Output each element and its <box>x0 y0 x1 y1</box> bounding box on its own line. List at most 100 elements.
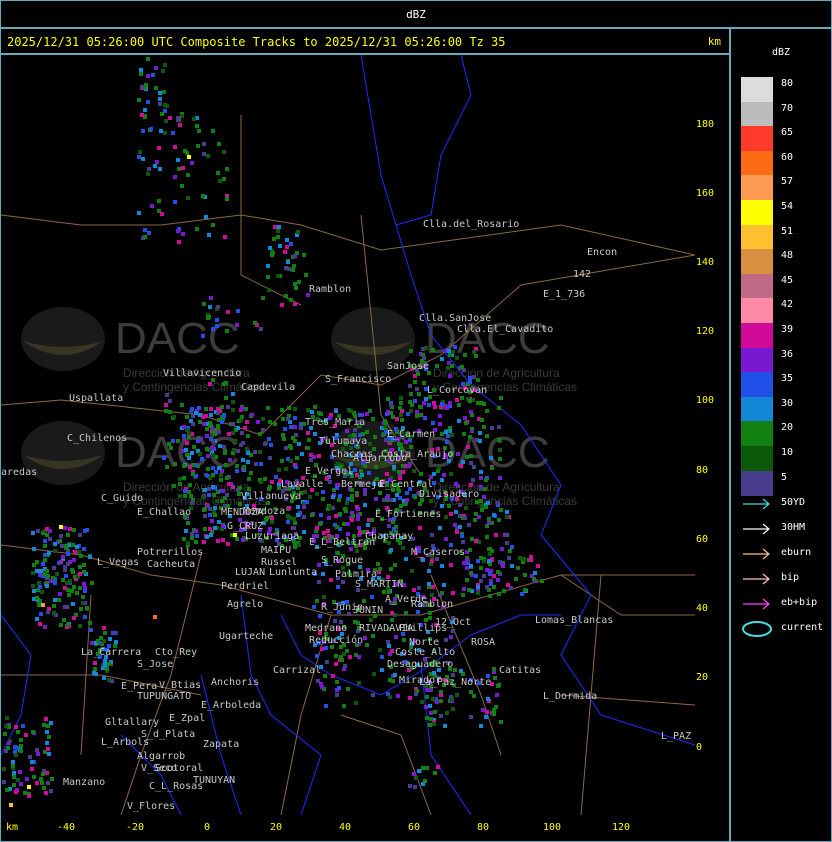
radar-echo-pixel <box>284 266 288 270</box>
window-title: dBZ <box>406 8 426 21</box>
radar-echo-pixel <box>186 173 190 177</box>
radar-echo-pixel <box>227 432 231 436</box>
radar-echo-pixel <box>283 250 287 254</box>
radar-echo-pixel <box>376 562 380 566</box>
radar-echo-pixel <box>497 438 501 442</box>
radar-echo-pixel <box>436 765 440 769</box>
radar-echo-pixel <box>366 523 370 527</box>
radar-echo-pixel <box>190 161 194 165</box>
radar-echo-pixel <box>176 229 180 233</box>
radar-echo-pixel <box>469 483 473 487</box>
radar-echo-pixel <box>218 179 222 183</box>
radar-echo-pixel <box>146 172 150 176</box>
radar-map[interactable]: DACCDirección de Agriculturay Contingenc… <box>1 55 695 815</box>
radar-echo-pixel <box>241 458 245 462</box>
radar-echo-pixel <box>516 566 520 570</box>
radar-echo-pixel <box>70 589 74 593</box>
radar-echo-pixel <box>202 302 206 306</box>
radar-echo-pixel <box>487 517 491 521</box>
place-label: SanJose <box>387 361 429 372</box>
radar-echo-pixel <box>460 534 464 538</box>
radar-echo-pixel <box>143 235 147 239</box>
radar-echo-pixel <box>284 467 288 471</box>
radar-echo-pixel <box>331 674 335 678</box>
radar-echo-pixel <box>404 557 408 561</box>
radar-echo-pixel <box>207 493 211 497</box>
radar-echo-pixel <box>186 521 190 525</box>
legend-title: dBZ <box>771 47 791 58</box>
radar-echo-pixel <box>64 544 68 548</box>
radar-echo-pixel <box>503 533 507 537</box>
radar-echo-pixel <box>211 129 215 133</box>
radar-echo-pixel <box>79 607 83 611</box>
radar-echo-pixel <box>295 251 299 255</box>
radar-echo-pixel <box>502 589 506 593</box>
place-label: 12_Oct <box>435 617 471 628</box>
radar-echo-pixel <box>497 406 501 410</box>
radar-echo-pixel <box>428 704 432 708</box>
legend-swatch-label: 42 <box>781 299 794 311</box>
radar-echo-pixel <box>217 466 221 470</box>
radar-echo-pixel <box>433 405 437 409</box>
radar-echo-pixel <box>66 623 70 627</box>
radar-echo-pixel <box>428 616 432 620</box>
radar-echo-pixel <box>67 593 71 597</box>
radar-echo-pixel <box>25 777 29 781</box>
radar-echo-pixel <box>328 480 332 484</box>
radar-echo-pixel <box>305 500 309 504</box>
radar-echo-pixel <box>209 407 213 411</box>
radar-echo-pixel <box>428 611 432 615</box>
place-label: Cacheuta <box>147 559 195 570</box>
radar-echo-pixel <box>83 529 87 533</box>
radar-echo-pixel <box>216 171 220 175</box>
radar-echo-pixel <box>293 416 297 420</box>
radar-echo-pixel <box>481 708 485 712</box>
place-label: E_Arboleda <box>201 700 261 711</box>
radar-echo-pixel <box>7 741 11 745</box>
radar-echo-pixel <box>422 401 426 405</box>
radar-echo-pixel <box>287 406 291 410</box>
radar-echo-pixel <box>445 711 449 715</box>
radar-echo-pixel <box>143 228 147 232</box>
radar-echo-pixel <box>39 612 43 616</box>
radar-echo-pixel <box>31 584 35 588</box>
radar-echo-pixel <box>442 473 446 477</box>
radar-echo-pixel <box>462 587 466 591</box>
radar-echo-pixel <box>432 722 436 726</box>
radar-echo-pixel <box>297 442 301 446</box>
radar-echo-pixel <box>41 603 45 607</box>
radar-echo-pixel <box>40 590 44 594</box>
legend-swatch <box>741 175 773 201</box>
radar-echo-pixel <box>387 524 391 528</box>
radar-echo-pixel <box>263 477 267 481</box>
radar-echo-pixel <box>363 464 367 468</box>
radar-echo-pixel <box>53 581 57 585</box>
radar-echo-pixel <box>440 402 444 406</box>
radar-echo-pixel <box>425 688 429 692</box>
radar-echo-pixel <box>400 418 404 422</box>
radar-echo-pixel <box>338 494 342 498</box>
radar-echo-pixel <box>212 493 216 497</box>
radar-echo-pixel <box>437 466 441 470</box>
radar-echo-pixel <box>35 596 39 600</box>
radar-echo-pixel <box>53 549 57 553</box>
radar-echo-pixel <box>444 638 448 642</box>
x-tick: 80 <box>477 822 490 833</box>
radar-echo-pixel <box>178 494 182 498</box>
radar-map-panel[interactable]: DACC Dirección de Agricultura y Contingenc… <box>0 54 730 842</box>
radar-echo-pixel <box>455 530 459 534</box>
radar-echo-pixel <box>83 615 87 619</box>
place-label: C_Chilenos <box>67 433 127 444</box>
radar-echo-pixel <box>164 409 168 413</box>
radar-echo-pixel <box>14 725 18 729</box>
radar-echo-pixel <box>384 421 388 425</box>
radar-echo-pixel <box>401 470 405 474</box>
radar-echo-pixel <box>44 717 48 721</box>
radar-echo-pixel <box>143 108 147 112</box>
radar-echo-pixel <box>18 770 22 774</box>
place-label: MAIPU <box>261 545 291 556</box>
radar-echo-pixel <box>293 425 297 429</box>
radar-echo-pixel <box>220 420 224 424</box>
radar-echo-pixel <box>335 693 339 697</box>
x-tick: 100 <box>543 822 562 833</box>
